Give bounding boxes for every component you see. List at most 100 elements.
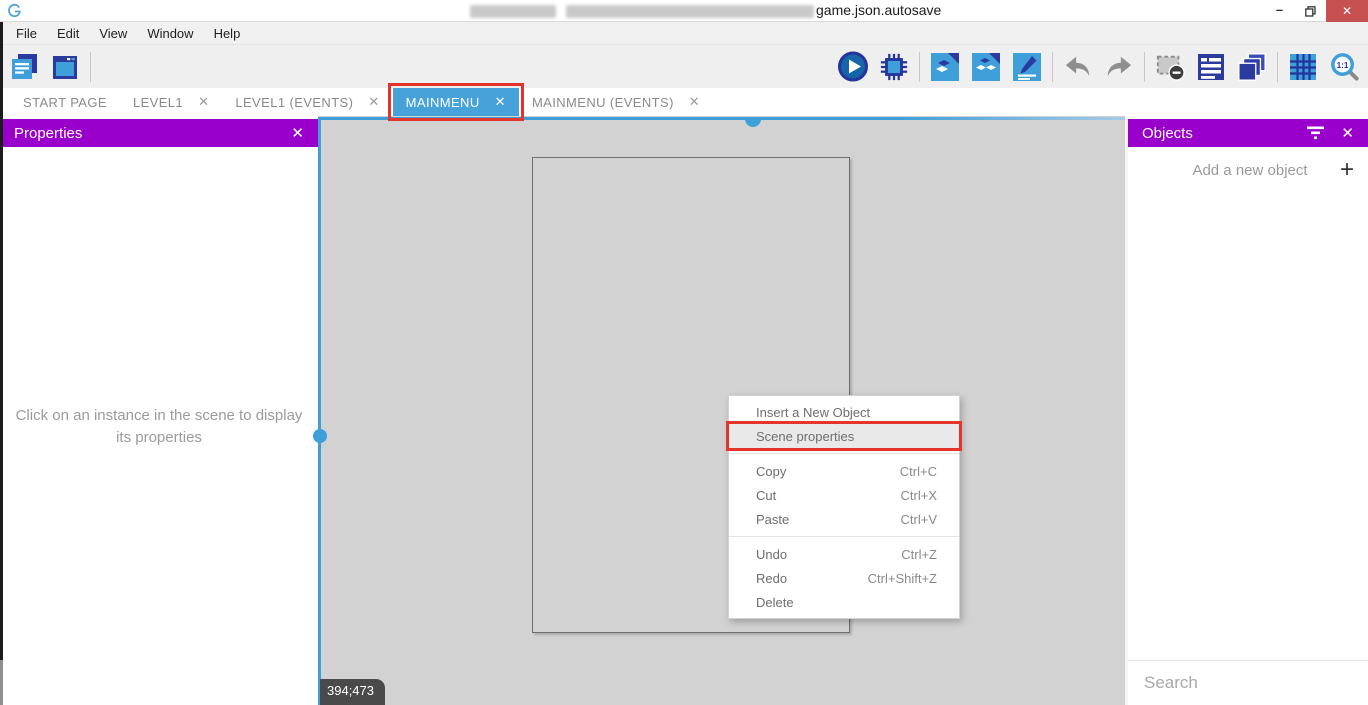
- tab-start-page[interactable]: START PAGE: [10, 88, 120, 116]
- add-object-plus-icon[interactable]: +: [1340, 161, 1354, 179]
- tab-mainmenu-events[interactable]: MAINMENU (EVENTS) ✕: [519, 88, 713, 116]
- properties-panel-body: Click on an instance in the scene to dis…: [0, 147, 318, 705]
- redo-button[interactable]: [1103, 51, 1135, 83]
- edit-scene-properties-icon: [1012, 52, 1042, 82]
- scene-canvas[interactable]: 394;473 Insert a New Object Scene proper…: [318, 116, 1125, 705]
- restore-button[interactable]: [1295, 0, 1326, 22]
- redacted-text-block: [566, 5, 814, 18]
- menu-item-scene-properties[interactable]: Scene properties: [729, 424, 959, 448]
- close-icon: ✕: [1342, 4, 1352, 18]
- debug-button[interactable]: [878, 51, 910, 83]
- menu-item-label: Insert a New Object: [756, 405, 870, 420]
- menu-view[interactable]: View: [89, 22, 137, 45]
- menu-help[interactable]: Help: [204, 22, 251, 45]
- toolbar-separator: [90, 52, 91, 82]
- context-menu: Insert a New Object Scene properties Cop…: [728, 395, 960, 619]
- filter-icon[interactable]: [1306, 126, 1325, 140]
- tabbar: START PAGE LEVEL1 ✕ LEVEL1 (EVENTS) ✕ MA…: [0, 88, 1368, 116]
- redacted-text-block: [470, 5, 556, 18]
- panel-close-icon[interactable]: ✕: [291, 124, 304, 142]
- debug-icon: [879, 52, 909, 82]
- zoom-ratio-label: 1:1: [1336, 61, 1348, 70]
- resize-handle-left[interactable]: [313, 429, 327, 443]
- menu-item-label: Copy: [756, 464, 786, 479]
- menu-item-shortcut: Ctrl+Shift+Z: [868, 571, 937, 586]
- layers-button[interactable]: [1236, 51, 1268, 83]
- add-object-label[interactable]: Add a new object: [1142, 162, 1340, 179]
- project-manager-icon: [9, 52, 39, 82]
- toolbar-separator: [1144, 52, 1145, 82]
- menu-item-cut[interactable]: Cut Ctrl+X: [729, 483, 959, 507]
- insert-object-button[interactable]: [929, 51, 961, 83]
- objects-groups-button[interactable]: [970, 51, 1002, 83]
- menu-item-label: Undo: [756, 547, 787, 562]
- menu-item-shortcut: Ctrl+Z: [901, 547, 937, 562]
- tab-close-icon[interactable]: ✕: [495, 94, 506, 110]
- minimize-button[interactable]: –: [1264, 0, 1295, 22]
- edit-scene-properties-button[interactable]: [1011, 51, 1043, 83]
- tab-label: MAINMENU: [406, 95, 480, 110]
- resize-handle-top[interactable]: [745, 118, 761, 127]
- grid-icon: [1288, 52, 1318, 82]
- menu-item-copy[interactable]: Copy Ctrl+C: [729, 459, 959, 483]
- layers-icon: [1237, 52, 1267, 82]
- toolbar-separator: [1277, 52, 1278, 82]
- start-page-button[interactable]: [49, 51, 81, 83]
- menu-separator: [729, 453, 959, 454]
- tab-level1-events[interactable]: LEVEL1 (EVENTS) ✕: [222, 88, 392, 116]
- menu-item-label: Delete: [756, 595, 794, 610]
- main-area: Properties ✕ Click on an instance in the…: [0, 116, 1368, 705]
- instances-list-icon: [1196, 52, 1226, 82]
- properties-panel-header: Properties ✕: [0, 119, 318, 147]
- undo-icon: [1062, 53, 1094, 81]
- deselect-mask-button[interactable]: [1154, 51, 1186, 83]
- toolbar-separator: [1052, 52, 1053, 82]
- menu-item-label: Paste: [756, 512, 789, 527]
- menu-item-label: Cut: [756, 488, 776, 503]
- deselect-mask-icon: [1155, 52, 1185, 82]
- menu-item-delete[interactable]: Delete: [729, 590, 959, 614]
- tab-label: LEVEL1 (EVENTS): [235, 95, 353, 110]
- objects-search-input[interactable]: [1144, 673, 1365, 693]
- selection-border-top: [318, 117, 1125, 120]
- selection-border-left: [318, 117, 321, 705]
- tab-close-icon[interactable]: ✕: [368, 94, 379, 110]
- tab-label: MAINMENU (EVENTS): [532, 95, 674, 110]
- objects-panel: Objects ✕ Add a new object +: [1128, 116, 1368, 705]
- start-page-icon: [50, 52, 80, 82]
- grid-button[interactable]: [1287, 51, 1319, 83]
- panel-close-icon[interactable]: ✕: [1341, 124, 1354, 142]
- menu-item-paste[interactable]: Paste Ctrl+V: [729, 507, 959, 531]
- project-manager-button[interactable]: [8, 51, 40, 83]
- play-button[interactable]: [837, 51, 869, 83]
- tab-mainmenu[interactable]: MAINMENU ✕: [393, 88, 519, 116]
- objects-panel-header: Objects ✕: [1128, 119, 1368, 147]
- menu-item-insert-new-object[interactable]: Insert a New Object: [729, 400, 959, 424]
- add-object-row[interactable]: Add a new object +: [1128, 147, 1368, 179]
- menu-edit[interactable]: Edit: [47, 22, 89, 45]
- cursor-coordinates-badge: 394;473: [320, 679, 385, 705]
- close-button[interactable]: ✕: [1326, 0, 1368, 22]
- menu-file[interactable]: File: [6, 22, 47, 45]
- gdevelop-logo-icon: [7, 3, 22, 23]
- menu-separator: [729, 536, 959, 537]
- zoom-1-1-button[interactable]: 1:1: [1328, 51, 1360, 83]
- tab-close-icon[interactable]: ✕: [198, 94, 209, 110]
- zoom-1-1-icon: 1:1: [1329, 51, 1360, 82]
- properties-panel-title: Properties: [14, 125, 82, 142]
- tab-level1[interactable]: LEVEL1 ✕: [120, 88, 222, 116]
- properties-panel: Properties ✕ Click on an instance in the…: [0, 116, 318, 705]
- titlebar: game.json.autosave – ✕: [0, 0, 1368, 22]
- instances-list-button[interactable]: [1195, 51, 1227, 83]
- menu-item-redo[interactable]: Redo Ctrl+Shift+Z: [729, 566, 959, 590]
- tab-label: START PAGE: [23, 95, 107, 110]
- menu-item-label: Scene properties: [756, 429, 854, 444]
- objects-panel-title: Objects: [1142, 125, 1193, 142]
- menu-window[interactable]: Window: [137, 22, 203, 45]
- menu-item-shortcut: Ctrl+V: [901, 512, 937, 527]
- menu-item-label: Redo: [756, 571, 787, 586]
- tab-close-icon[interactable]: ✕: [689, 94, 700, 110]
- tab-label: LEVEL1: [133, 95, 183, 110]
- undo-button[interactable]: [1062, 51, 1094, 83]
- menu-item-undo[interactable]: Undo Ctrl+Z: [729, 542, 959, 566]
